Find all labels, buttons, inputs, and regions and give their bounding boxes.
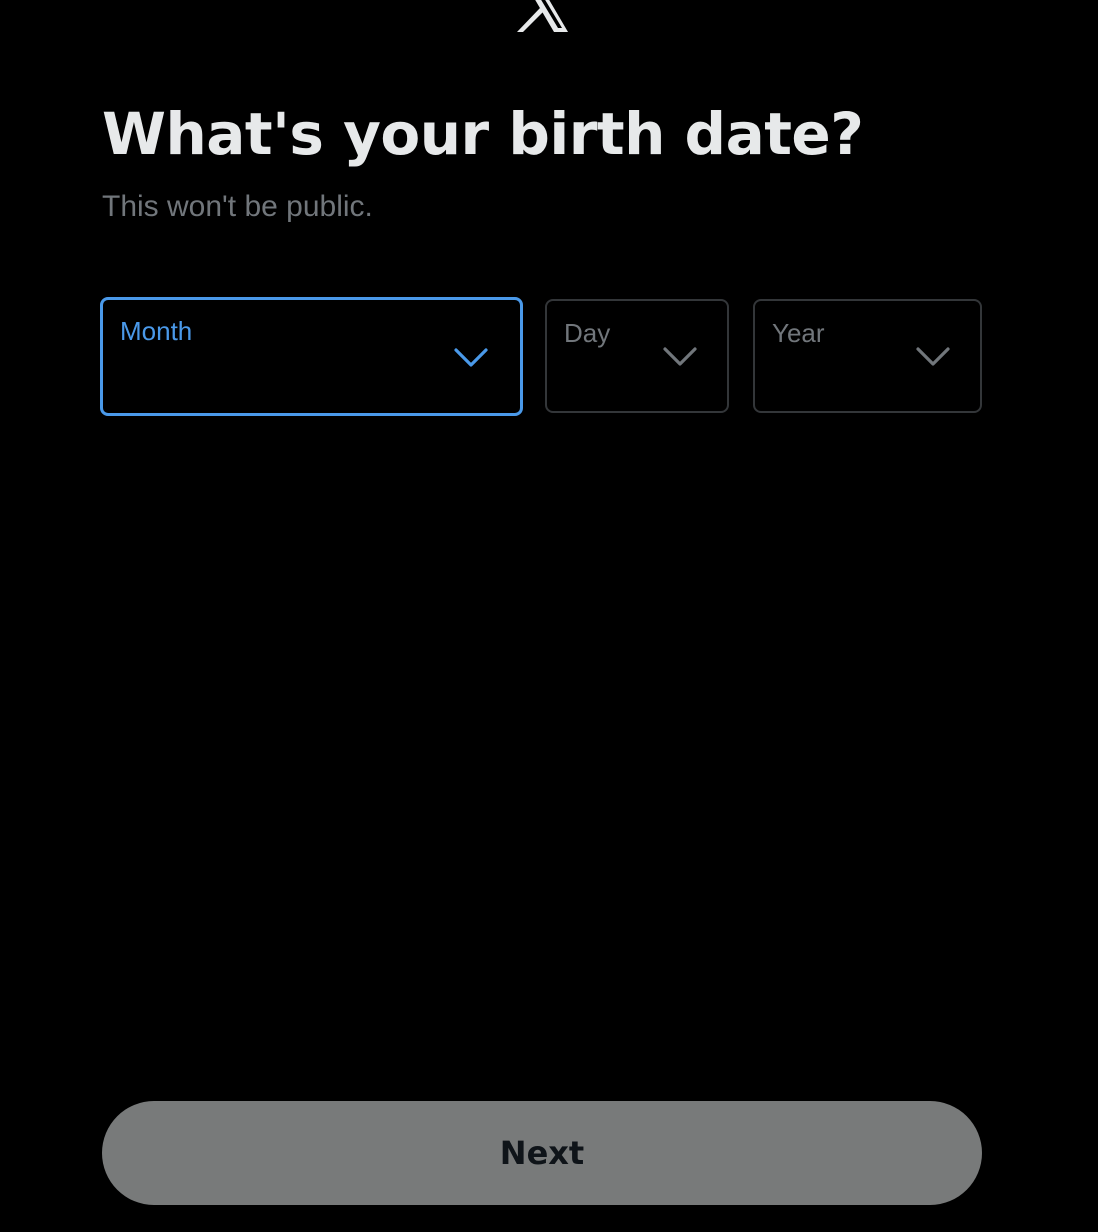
chevron-down-icon [915,345,951,369]
page-subtitle: This won't be public. [102,190,373,223]
chevron-down-icon [453,346,489,370]
month-select[interactable]: Month [100,297,523,416]
page-title: What's your birth date? [102,100,864,168]
year-select-label: Year [772,318,825,348]
next-button[interactable]: Next [102,1101,982,1205]
day-select[interactable]: Day [545,299,729,413]
day-select-label: Day [564,318,611,348]
month-select-label: Month [120,316,193,346]
year-select[interactable]: Year [753,299,982,413]
x-logo-icon [514,0,574,32]
chevron-down-icon [662,345,698,369]
